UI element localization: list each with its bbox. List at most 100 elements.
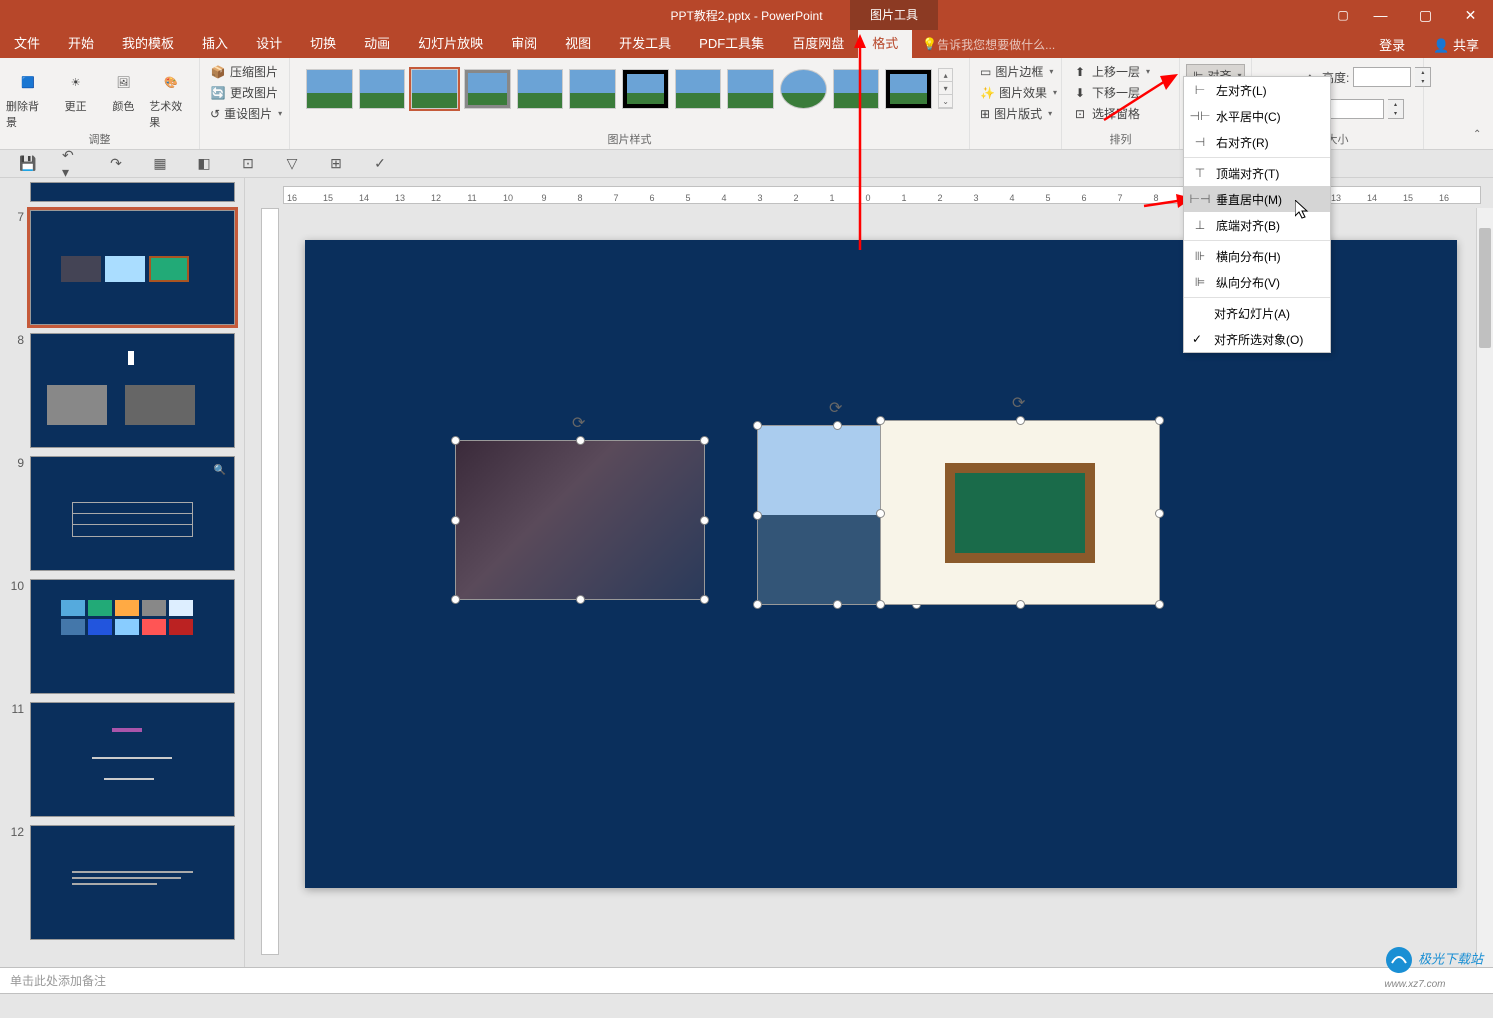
lightbulb-icon: 💡 — [922, 37, 937, 51]
document-title: PPT教程2.pptx - PowerPoint — [670, 7, 822, 24]
tab-review[interactable]: 审阅 — [497, 30, 551, 58]
style-thumb-3[interactable] — [411, 69, 458, 109]
slide-thumbnail-11[interactable]: 11 — [0, 698, 244, 821]
style-thumb-11[interactable] — [833, 69, 880, 109]
close-button[interactable]: ✕ — [1448, 0, 1493, 30]
align-left-icon: ⊢ — [1192, 82, 1208, 98]
align-right-item[interactable]: ⊣右对齐(R) — [1184, 129, 1330, 155]
style-thumb-12[interactable] — [885, 69, 932, 109]
style-thumb-1[interactable] — [306, 69, 353, 109]
selected-image-3[interactable]: ⟳ — [880, 420, 1160, 605]
tab-baidu[interactable]: 百度网盘 — [778, 30, 858, 58]
align-dropdown-menu: ⊢左对齐(L) ⊣⊢水平居中(C) ⊣右对齐(R) ⊤顶端对齐(T) ⊢⊣垂直居… — [1183, 76, 1331, 353]
bring-forward-icon: ⬆ — [1072, 64, 1088, 80]
height-input[interactable] — [1353, 67, 1411, 87]
rotate-handle-icon[interactable]: ⟳ — [829, 398, 845, 414]
style-thumb-8[interactable] — [675, 69, 722, 109]
tab-animations[interactable]: 动画 — [350, 30, 404, 58]
qat-btn-8[interactable]: ⊞ — [326, 154, 346, 174]
align-to-slide-item[interactable]: 对齐幻灯片(A) — [1184, 300, 1330, 326]
style-thumb-7[interactable] — [622, 69, 669, 109]
remove-bg-icon: 🟦 — [12, 66, 44, 98]
collapse-ribbon-button[interactable]: ⌃ — [1473, 129, 1489, 145]
picture-layout-button[interactable]: ⊞图片版式▾ — [976, 104, 1055, 123]
selected-image-1[interactable]: ⟳ — [455, 440, 705, 600]
brightness-icon: ☀ — [60, 66, 92, 98]
height-spinner[interactable]: ▴▾ — [1415, 67, 1431, 87]
send-backward-button[interactable]: ⬇下移一层 — [1068, 83, 1173, 102]
style-thumb-2[interactable] — [359, 69, 406, 109]
corrections-button[interactable]: ☀ 更正 — [54, 62, 98, 130]
start-from-beginning-button[interactable]: ▦ — [150, 154, 170, 174]
slide-thumbnail-10[interactable]: 10 — [0, 575, 244, 698]
style-thumb-4[interactable] — [464, 69, 511, 109]
rotate-handle-icon[interactable]: ⟳ — [572, 413, 588, 429]
slide-thumbnail-12[interactable]: 12 — [0, 821, 244, 944]
slide-thumbnail-6-partial[interactable] — [0, 182, 244, 206]
tab-developer[interactable]: 开发工具 — [605, 30, 685, 58]
style-thumb-9[interactable] — [727, 69, 774, 109]
distribute-h-item[interactable]: ⊪横向分布(H) — [1184, 243, 1330, 269]
slide-thumbnail-8[interactable]: 8 — [0, 329, 244, 452]
redo-button[interactable]: ↷ — [106, 154, 126, 174]
remove-background-button[interactable]: 🟦 删除背景 — [6, 62, 50, 130]
notes-placeholder: 单击此处添加备注 — [10, 974, 106, 988]
bring-forward-button[interactable]: ⬆上移一层▾ — [1068, 62, 1173, 81]
style-thumb-6[interactable] — [569, 69, 616, 109]
align-center-h-item[interactable]: ⊣⊢水平居中(C) — [1184, 103, 1330, 129]
vertical-scrollbar[interactable] — [1476, 208, 1493, 967]
reset-picture-button[interactable]: ↺重设图片▾ — [206, 104, 283, 123]
artistic-effects-button[interactable]: 🎨 艺术效果 — [149, 62, 193, 130]
tab-format[interactable]: 格式 — [858, 30, 912, 58]
share-button[interactable]: 👤 共享 — [1419, 35, 1493, 54]
maximize-button[interactable]: ▢ — [1403, 0, 1448, 30]
tab-home[interactable]: 开始 — [54, 30, 108, 58]
slide-thumbnail-7[interactable]: 7 — [0, 206, 244, 329]
align-selected-objects-item[interactable]: ✓对齐所选对象(O) — [1184, 326, 1330, 352]
style-thumb-5[interactable] — [517, 69, 564, 109]
minimize-button[interactable]: — — [1358, 0, 1403, 30]
width-spinner[interactable]: ▴▾ — [1388, 99, 1404, 119]
style-thumb-10[interactable] — [780, 69, 827, 109]
qat-btn-6[interactable]: ⊡ — [238, 154, 258, 174]
change-picture-button[interactable]: 🔄更改图片 — [206, 83, 283, 102]
qat-btn-5[interactable]: ◧ — [194, 154, 214, 174]
group-label-arrange: 排列 — [1062, 131, 1179, 147]
gallery-expand-button[interactable]: ▴▾⌄ — [938, 68, 953, 109]
contextual-tab-label: 图片工具 — [850, 0, 938, 30]
align-middle-v-item[interactable]: ⊢⊣垂直居中(M) — [1184, 186, 1330, 212]
notes-pane[interactable]: 单击此处添加备注 — [0, 967, 1493, 993]
tab-design[interactable]: 设计 — [242, 30, 296, 58]
distribute-v-item[interactable]: ⊫纵向分布(V) — [1184, 269, 1330, 295]
qat-btn-7[interactable]: ▽ — [282, 154, 302, 174]
undo-button[interactable]: ↶ ▾ — [62, 154, 82, 174]
tab-file[interactable]: 文件 — [0, 30, 54, 58]
width-input[interactable] — [1326, 99, 1384, 119]
ribbon-display-options[interactable]: ▢ — [1328, 0, 1358, 30]
login-button[interactable]: 登录 — [1365, 35, 1419, 54]
slide-thumbnail-9[interactable]: 9 🔍 — [0, 452, 244, 575]
picture-effects-button[interactable]: ✨图片效果▾ — [976, 83, 1055, 102]
tab-pdf[interactable]: PDF工具集 — [685, 30, 778, 58]
tab-transitions[interactable]: 切换 — [296, 30, 350, 58]
rotate-handle-icon[interactable]: ⟳ — [1012, 393, 1028, 409]
scroll-thumb[interactable] — [1479, 228, 1491, 348]
tab-insert[interactable]: 插入 — [188, 30, 242, 58]
save-button[interactable]: 💾 — [18, 154, 38, 174]
ribbon-tabs: 文件 开始 我的模板 插入 设计 切换 动画 幻灯片放映 审阅 视图 开发工具 … — [0, 30, 1493, 58]
picture-styles-gallery[interactable]: ▴▾⌄ — [296, 62, 963, 115]
align-left-item[interactable]: ⊢左对齐(L) — [1184, 77, 1330, 103]
align-top-item[interactable]: ⊤顶端对齐(T) — [1184, 160, 1330, 186]
picture-border-button[interactable]: ▭图片边框▾ — [976, 62, 1055, 81]
compress-pictures-button[interactable]: 📦压缩图片 — [206, 62, 283, 81]
tell-me-search[interactable]: 💡 告诉我您想要做什么... — [912, 36, 1065, 53]
qat-btn-9[interactable]: ✓ — [370, 154, 390, 174]
vertical-ruler — [261, 208, 279, 955]
color-button[interactable]: 🖼 颜色 — [102, 62, 146, 130]
slide-thumbnail-panel[interactable]: 7 8 9 � — [0, 178, 245, 967]
selection-pane-button[interactable]: ⊡选择窗格 — [1068, 104, 1173, 123]
align-bottom-item[interactable]: ⊥底端对齐(B) — [1184, 212, 1330, 238]
tab-templates[interactable]: 我的模板 — [108, 30, 188, 58]
tab-slideshow[interactable]: 幻灯片放映 — [404, 30, 497, 58]
tab-view[interactable]: 视图 — [551, 30, 605, 58]
